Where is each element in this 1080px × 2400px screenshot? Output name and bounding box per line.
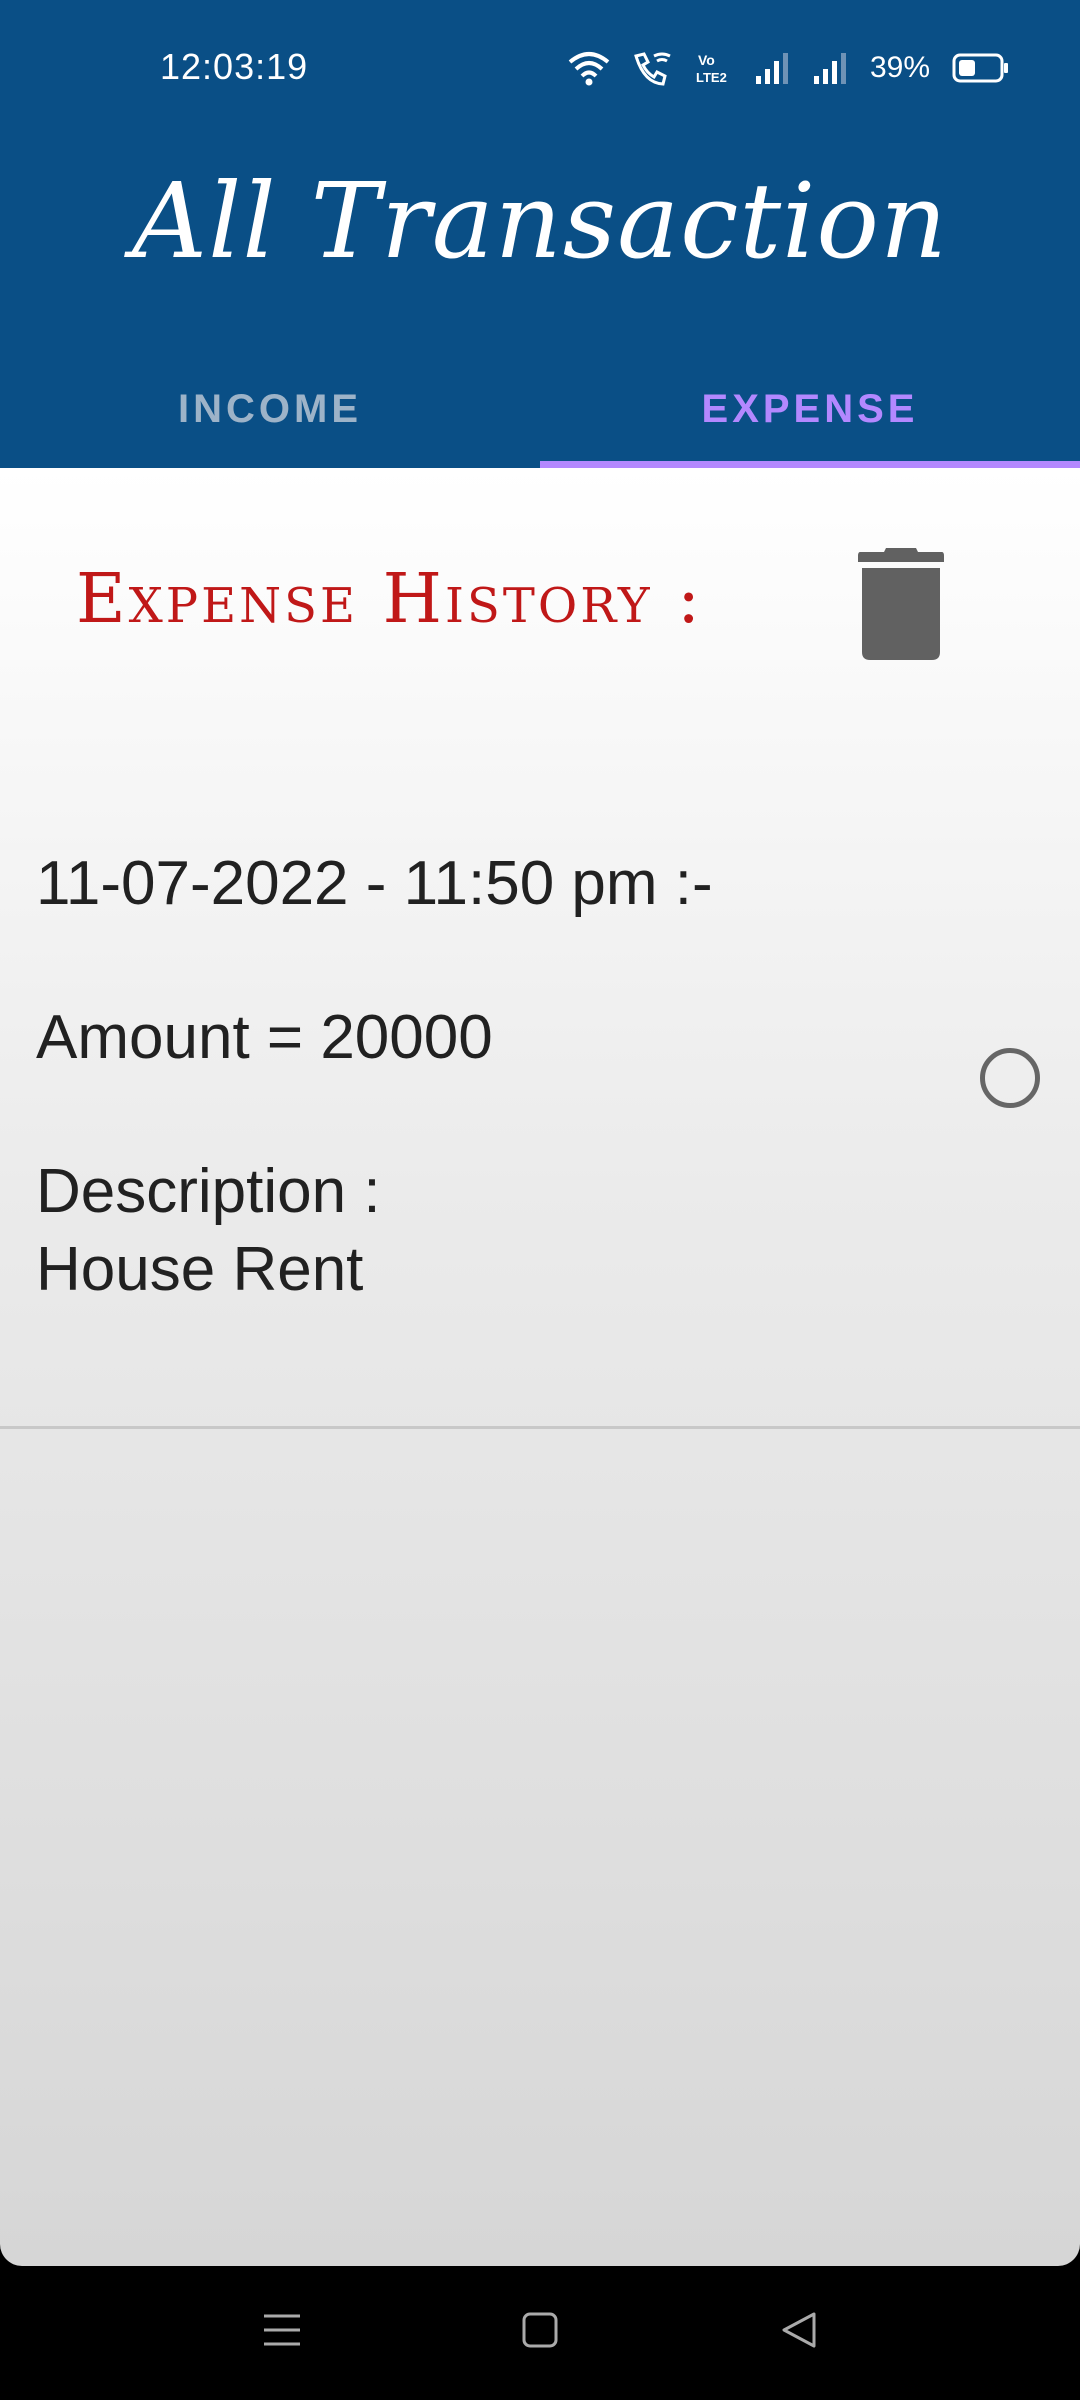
tab-expense[interactable]: EXPENSE [540, 350, 1080, 468]
status-bar: 12:03:19 Vo LTE2 39% [0, 0, 1080, 136]
tab-expense-label: EXPENSE [701, 386, 919, 431]
menu-icon[interactable] [262, 2310, 302, 2350]
home-icon[interactable] [521, 2310, 559, 2350]
transaction-datetime: 11-07-2022 - 11:50 pm :- [36, 849, 713, 918]
delete-button[interactable] [856, 544, 946, 662]
navigation-bar [0, 2266, 1080, 2400]
status-icons: Vo LTE2 39% [568, 46, 1010, 90]
status-time: 12:03:19 [160, 46, 309, 87]
svg-text:Vo: Vo [698, 52, 715, 68]
trash-icon [858, 548, 944, 660]
transaction-description-value: House Rent [36, 1235, 364, 1304]
battery-icon [952, 53, 1008, 83]
back-icon[interactable] [780, 2310, 818, 2350]
transaction-description-label: Description : [36, 1157, 381, 1226]
svg-text:LTE2: LTE2 [696, 70, 727, 85]
volte-icon: Vo LTE2 [696, 52, 727, 85]
screen: 12:03:19 Vo LTE2 39% All Transaction INC… [0, 0, 1080, 2400]
wifi-icon [568, 52, 610, 86]
battery-percent: 39% [869, 51, 930, 84]
transaction-item[interactable]: 11-07-2022 - 11:50 pm :- Amount = 20000 … [0, 848, 1080, 1428]
app-title: All Transaction [131, 160, 949, 282]
transaction-select-radio[interactable] [980, 1048, 1040, 1108]
tab-bar: INCOME EXPENSE [0, 350, 1080, 468]
app-header: 12:03:19 Vo LTE2 39% All Transaction INC… [0, 0, 1080, 468]
list-divider [0, 1426, 1080, 1429]
tab-income-label: INCOME [178, 386, 362, 431]
expense-content: Expense History : 11-07-2022 - 11:50 pm … [0, 468, 1080, 2266]
signal-icon [755, 53, 788, 84]
signal-icon [813, 53, 846, 84]
tab-income[interactable]: INCOME [0, 350, 540, 468]
history-title: Expense History : [76, 560, 704, 639]
tab-selected-indicator [540, 461, 1080, 468]
transaction-amount: Amount = 20000 [36, 1003, 493, 1072]
wifi-calling-icon [634, 52, 671, 86]
